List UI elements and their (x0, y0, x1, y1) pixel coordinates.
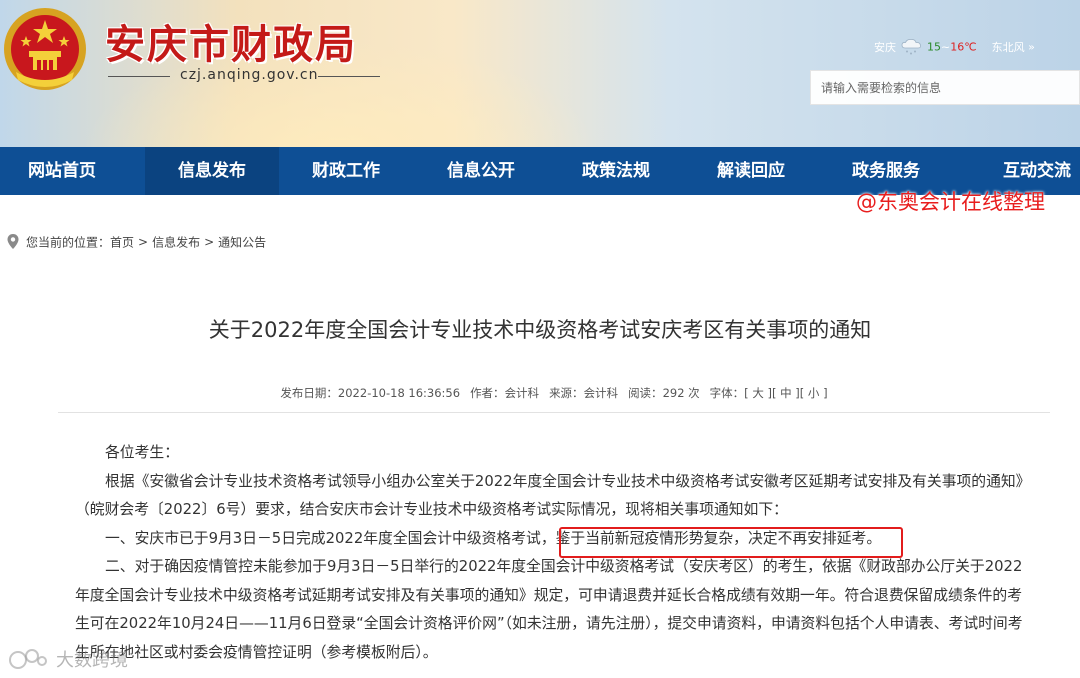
breadcrumb-prefix: 您当前的位置： (26, 235, 111, 250)
nav-item-info-disclosure[interactable]: 信息公开 (414, 147, 548, 195)
meta-divider (58, 412, 1050, 413)
search-input[interactable] (811, 71, 1080, 104)
article-paragraph-1: 根据《安徽省会计专业技术资格考试领导小组办公室关于2022年度全国会计专业技术中… (75, 472, 1031, 519)
search-box (810, 70, 1080, 105)
site-header: 安庆市财政局 czj.anqing.gov.cn 安庆 15~16℃ 东北风 » (0, 0, 1080, 147)
temperature-separator: ~ (941, 40, 951, 54)
breadcrumb-separator: > (138, 235, 149, 249)
breadcrumb: 您当前的位置：首页 > 信息发布 > 通知公告 (6, 233, 266, 251)
article-paragraph-3: 二、对于确因疫情管控未能参加于9月3日－5日举行的2022年度全国会计中级资格考… (75, 558, 1023, 661)
meta-date-label: 发布日期： (280, 386, 338, 400)
article-salutation: 各位考生： (105, 444, 179, 461)
font-size-large-button[interactable]: [ 大 ] (744, 386, 772, 400)
meta-font-label: 字体： (709, 386, 745, 400)
breadcrumb-home[interactable]: 首页 (110, 236, 134, 250)
font-size-small-button[interactable]: [ 小 ] (800, 386, 828, 400)
nav-item-policy-law[interactable]: 政策法规 (549, 147, 683, 195)
temperature-low: 15 (927, 40, 941, 54)
weather-city: 安庆 (874, 41, 896, 54)
watermark-logo-icon (9, 649, 47, 669)
watermark-brand: 大数跨境 (56, 650, 128, 671)
temperature-high: 16℃ (950, 40, 977, 54)
breadcrumb-info-release[interactable]: 信息发布 (152, 236, 200, 250)
meta-author: 会计科 (504, 386, 540, 400)
nav-item-home[interactable]: 网站首页 (0, 147, 129, 195)
site-domain: czj.anqing.gov.cn (180, 67, 319, 83)
highlight-annotation (559, 527, 903, 558)
domain-divider-left (108, 76, 170, 77)
cloud-snow-icon (901, 39, 921, 55)
weather-widget[interactable]: 安庆 15~16℃ 东北风 » (874, 38, 1035, 56)
font-size-medium-button[interactable]: [ 中 ] (772, 386, 800, 400)
nav-item-interpretation[interactable]: 解读回应 (684, 147, 818, 195)
weather-more-icon[interactable]: » (1028, 41, 1035, 54)
nav-item-info-release[interactable]: 信息发布 (145, 147, 279, 195)
meta-date: 2022-10-18 16:36:56 (337, 386, 461, 400)
meta-source: 会计科 (583, 386, 619, 400)
article-title: 关于2022年度全国会计专业技术中级资格考试安庆考区有关事项的通知 (208, 318, 872, 342)
meta-source-label: 来源： (549, 386, 584, 400)
meta-views: 292 次 (662, 386, 700, 400)
watermark-text: @东奥会计在线整理 (856, 190, 1045, 214)
breadcrumb-separator: > (204, 235, 215, 249)
domain-divider-right (318, 76, 380, 77)
article-meta: 发布日期：2022-10-18 16:36:56 作者：会计科 来源：会计科 阅读：2… (0, 385, 1080, 401)
breadcrumb-notices[interactable]: 通知公告 (218, 236, 266, 250)
national-emblem-icon[interactable] (2, 6, 88, 92)
meta-author-label: 作者： (470, 386, 505, 400)
meta-views-label: 阅读： (628, 386, 663, 400)
location-pin-icon (7, 234, 19, 249)
nav-item-finance-work[interactable]: 财政工作 (279, 147, 413, 195)
site-title[interactable]: 安庆市财政局 (105, 12, 357, 70)
wind-direction: 东北风 (991, 41, 1025, 54)
